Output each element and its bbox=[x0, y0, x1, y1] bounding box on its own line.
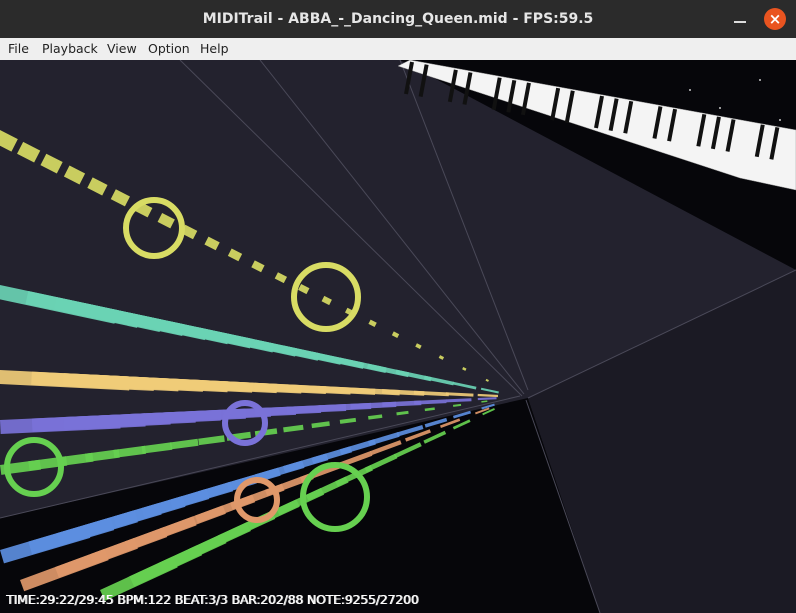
scene-canvas[interactable] bbox=[0, 60, 796, 613]
minimize-icon[interactable] bbox=[730, 9, 750, 29]
menu-playback[interactable]: Playback bbox=[42, 38, 98, 60]
window-title: MIDITrail - ABBA_-_Dancing_Queen.mid - F… bbox=[202, 11, 594, 27]
menu-option[interactable]: Option bbox=[148, 38, 190, 60]
window-titlebar: MIDITrail - ABBA_-_Dancing_Queen.mid - F… bbox=[0, 0, 796, 38]
menu-view[interactable]: View bbox=[107, 38, 137, 60]
menu-help[interactable]: Help bbox=[200, 38, 229, 60]
menu-file[interactable]: File bbox=[8, 38, 29, 60]
close-icon[interactable]: × bbox=[764, 8, 786, 30]
midi-3d-viewport[interactable]: TIME:29:22/29:45 BPM:122 BEAT:3/3 BAR:20… bbox=[0, 60, 796, 613]
playback-status: TIME:29:22/29:45 BPM:122 BEAT:3/3 BAR:20… bbox=[6, 592, 419, 607]
menu-bar: File Playback View Option Help bbox=[0, 38, 796, 61]
